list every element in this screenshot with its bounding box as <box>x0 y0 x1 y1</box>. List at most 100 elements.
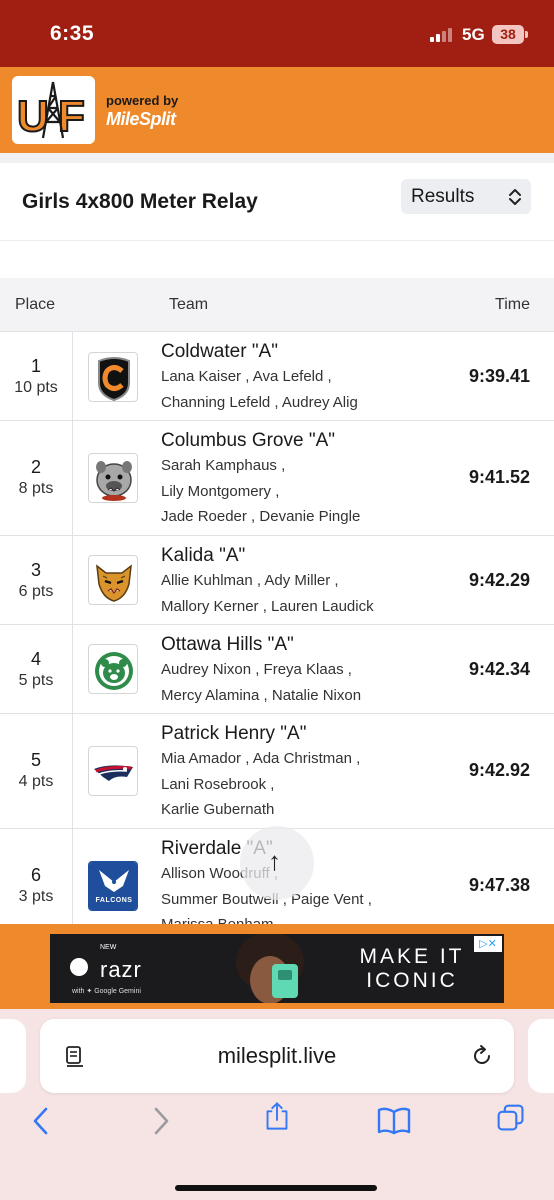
advertisement[interactable]: NEW razr with ✦ Google Gemini MAKE IT IC… <box>50 934 504 1003</box>
oil-derrick-icon: U F <box>16 81 86 142</box>
next-tab-preview[interactable] <box>528 1019 554 1093</box>
runner-line: Lily Montgomery , <box>161 482 280 500</box>
points: 10 pts <box>14 379 58 396</box>
view-select-value: Results <box>411 186 475 207</box>
team-name[interactable]: Kalida "A" <box>161 545 245 567</box>
coldwater-c-shield-icon <box>98 357 130 401</box>
place-number: 1 <box>30 356 41 376</box>
patriot-icon <box>94 765 133 781</box>
place-cell: 2 8 pts <box>0 421 73 535</box>
scroll-to-top-button[interactable]: ↑ <box>240 826 314 900</box>
header-team: Team <box>169 296 209 313</box>
place-cell: 1 10 pts <box>0 332 73 420</box>
team-logo <box>88 453 138 503</box>
arrow-up-icon: ↑ <box>268 846 281 876</box>
place-cell: 4 5 pts <box>0 625 73 713</box>
points: 3 pts <box>18 888 54 905</box>
divider <box>0 153 554 163</box>
tabs-icon[interactable] <box>494 1103 528 1133</box>
team-name[interactable]: Coldwater "A" <box>161 341 278 363</box>
previous-tab-preview[interactable] <box>0 1019 26 1093</box>
finish-time: 9:42.29 <box>468 570 530 590</box>
header-place: Place <box>15 296 56 313</box>
battery-tip <box>525 31 528 38</box>
place-cell: 6 3 pts <box>0 829 73 938</box>
place-number: 6 <box>30 865 41 885</box>
motorola-logo-icon <box>70 958 88 976</box>
ad-headline: MAKE IT ICONIC <box>359 945 465 992</box>
ad-product: razr <box>100 957 142 982</box>
back-icon[interactable] <box>30 1106 52 1136</box>
site-header: U F powered by MileSplit <box>0 67 554 153</box>
points: 5 pts <box>18 672 54 689</box>
runner-line: Audrey Nixon , Freya Klaas , <box>161 661 352 678</box>
event-title: Girls 4x800 Meter Relay <box>22 190 258 213</box>
runner-line: Lana Kaiser , Ava Lefeld , <box>161 368 332 385</box>
place-number: 4 <box>30 649 41 669</box>
table-row[interactable]: 3 6 pts Kalida "A" Allie Kuhlman , Ady M… <box>0 536 554 625</box>
ad-model-photo <box>236 934 304 1003</box>
team-logo <box>88 352 138 402</box>
url-text[interactable]: milesplit.live <box>40 1043 514 1069</box>
share-icon[interactable] <box>260 1101 294 1131</box>
runner-line: Channing Lefeld , Audrey Alig <box>161 393 358 411</box>
runner-line: Sarah Kamphaus , <box>161 457 286 474</box>
team-logo: FALCONS <box>88 861 138 911</box>
runner-line: Karlie Gubernath <box>161 801 275 818</box>
runners: Mia Amador , Ada Christman , Lani Rosebr… <box>161 746 451 823</box>
adchoices-icon[interactable]: ▷✕ <box>474 936 502 952</box>
reload-icon[interactable] <box>470 1044 494 1068</box>
battery-icon: 38 <box>492 25 524 44</box>
bookmarks-icon[interactable] <box>376 1106 412 1136</box>
uf-logo[interactable]: U F <box>12 76 95 144</box>
home-indicator <box>175 1185 377 1191</box>
finish-time: 9:42.92 <box>468 760 530 780</box>
place-cell: 3 6 pts <box>0 536 73 624</box>
spacer <box>0 241 554 278</box>
points: 4 pts <box>18 773 54 790</box>
points: 8 pts <box>18 480 54 497</box>
ad-band: NEW razr with ✦ Google Gemini MAKE IT IC… <box>0 924 554 1009</box>
place-number: 2 <box>30 457 41 477</box>
green-bear-icon <box>95 652 133 690</box>
team-logo <box>88 644 138 694</box>
runner-line: Mallory Kerner , Lauren Laudick <box>161 597 374 615</box>
finish-time: 9:42.34 <box>468 659 530 679</box>
ad-sub: with ✦ Google Gemini <box>72 988 141 995</box>
runner-line: Lani Rosebrook , <box>161 775 275 793</box>
cell-signal-icon <box>430 27 452 42</box>
place-cell: 5 4 pts <box>0 714 73 828</box>
view-select[interactable]: Results <box>401 179 531 214</box>
finish-time: 9:41.52 <box>468 467 530 487</box>
team-name[interactable]: Ottawa Hills "A" <box>161 634 294 656</box>
forward-icon[interactable] <box>150 1106 172 1136</box>
bulldog-icon <box>96 461 132 501</box>
table-row[interactable]: 4 5 pts Ottawa Hills "A" Audrey Nixon , … <box>0 625 554 714</box>
runner-line: Summer Boutwell , Paige Vent , <box>161 890 372 908</box>
header-time: Time <box>495 296 530 313</box>
runner-line: Mia Amador , Ada Christman , <box>161 750 361 767</box>
ad-new-label: NEW <box>100 944 117 951</box>
team-name[interactable]: Patrick Henry "A" <box>161 723 306 745</box>
network-type: 5G <box>462 25 485 44</box>
runners: Lana Kaiser , Ava Lefeld , Channing Lefe… <box>161 364 451 415</box>
table-row[interactable]: 1 10 pts Coldwater "A" Lana Kaiser , Ava… <box>0 332 554 421</box>
clock: 6:35 <box>50 22 95 45</box>
runners: Sarah Kamphaus , Lily Montgomery , Jade … <box>161 453 451 530</box>
team-name[interactable]: Columbus Grove "A" <box>161 430 335 452</box>
chevron-updown-icon <box>509 189 521 205</box>
place-number: 3 <box>30 560 41 580</box>
falcons-logo-text: FALCONS <box>95 897 133 904</box>
milesplit-logo[interactable]: MileSplit <box>106 109 176 130</box>
runners: Audrey Nixon , Freya Klaas , Mercy Alami… <box>161 657 451 708</box>
event-header: Girls 4x800 Meter Relay Results <box>0 163 554 241</box>
finish-time: 9:47.38 <box>468 875 530 895</box>
finish-time: 9:39.41 <box>468 366 530 386</box>
table-row[interactable]: 5 4 pts Patrick Henry "A" Mia Amador , A… <box>0 714 554 829</box>
team-logo <box>88 555 138 605</box>
address-bar[interactable]: milesplit.live <box>40 1019 514 1093</box>
table-row[interactable]: 2 8 pts Columbus Grove "A" Sarah Kamphau… <box>0 421 554 536</box>
points: 6 pts <box>18 583 54 600</box>
runner-line: Mercy Alamina , Natalie Nixon <box>161 686 362 704</box>
runner-line: Jade Roeder , Devanie Pingle <box>161 508 361 525</box>
